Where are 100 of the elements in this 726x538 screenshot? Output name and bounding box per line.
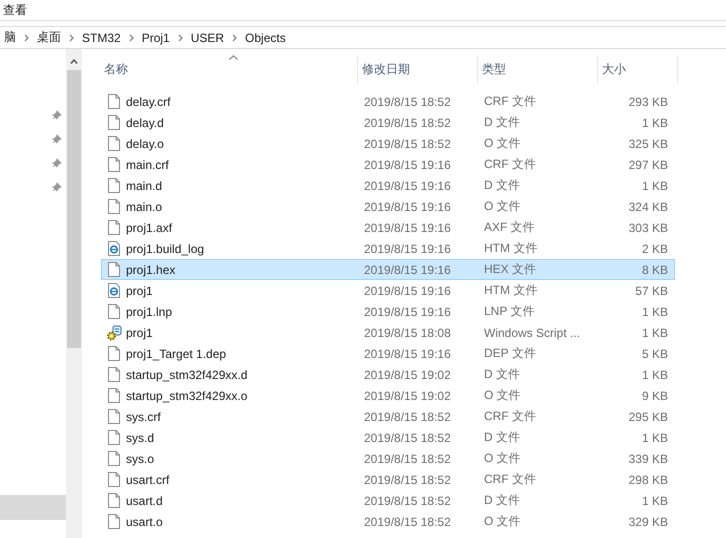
breadcrumb-item[interactable]: STM32 (78, 30, 125, 44)
file-size: 1 KB (640, 366, 669, 384)
file-size: 1 KB (640, 178, 669, 194)
gear-scroll-icon (106, 324, 122, 340)
menu-item[interactable]: 查看 (3, 2, 27, 18)
file-name[interactable]: proj1.axf (126, 220, 172, 234)
file-name[interactable]: proj1 (126, 284, 153, 298)
column-header[interactable]: 名称 (100, 55, 358, 83)
file-name[interactable]: proj1_Target 1.dep (126, 346, 226, 360)
file-name[interactable]: delay.crf (126, 94, 170, 108)
chevron-icon[interactable] (24, 34, 29, 42)
modified-date: 2019/8/15 18:52 (363, 136, 452, 152)
file-type: O 文件 (483, 450, 522, 467)
chevron-icon[interactable] (178, 34, 183, 42)
file-type: HTM 文件 (483, 282, 538, 299)
file-name[interactable]: main.o (126, 200, 162, 214)
file-row[interactable]: main.crf 2019/8/15 19:16 CRF 文件 297 KB (101, 154, 675, 175)
file-type: D 文件 (483, 114, 521, 131)
file-row[interactable]: proj1 2019/8/15 19:16 HTM 文件 57 KB (101, 280, 675, 301)
file-row[interactable]: proj1.hex 2019/8/15 19:16 HEX 文件 8 KB (101, 259, 675, 280)
file-name[interactable]: sys.crf (126, 410, 161, 424)
file-name[interactable]: usart.o (126, 514, 163, 528)
column-header[interactable]: 修改日期 (358, 55, 478, 83)
file-name[interactable]: usart.crf (126, 472, 170, 486)
file-row[interactable]: startup_stm32f429xx.o 2019/8/15 19:02 O 文件 9 KB (101, 385, 675, 406)
modified-date: 2019/8/15 18:52 (363, 408, 452, 426)
pin-icon[interactable] (52, 182, 62, 192)
file-name[interactable]: delay.o (126, 136, 164, 150)
file-name[interactable]: proj1.hex (126, 262, 176, 276)
file-icon (108, 430, 120, 445)
file-type: O 文件 (483, 198, 522, 215)
file-row[interactable]: proj1 2019/8/15 18:08 Windows Script ... 1 KB (101, 322, 675, 343)
web-page-icon (108, 283, 120, 298)
web-page-icon (108, 241, 120, 256)
modified-date: 2019/8/15 18:52 (363, 492, 452, 510)
modified-date: 2019/8/15 19:16 (363, 346, 452, 362)
file-row[interactable]: usart.o 2019/8/15 18:52 O 文件 329 KB (101, 511, 675, 532)
file-type: O 文件 (483, 135, 522, 152)
column-header[interactable]: 大小 (598, 55, 678, 83)
file-name[interactable]: usart.d (126, 494, 163, 508)
file-row[interactable]: sys.d 2019/8/15 18:52 D 文件 1 KB (101, 427, 675, 448)
file-icon (108, 388, 120, 403)
modified-date: 2019/8/15 18:52 (363, 114, 452, 132)
file-icon (108, 409, 120, 424)
chevron-icon[interactable] (69, 34, 74, 42)
breadcrumb-item[interactable]: 脑 (0, 29, 20, 46)
file-type: CRF 文件 (483, 471, 537, 488)
file-row[interactable]: proj1.build_log 2019/8/15 19:16 HTM 文件 2 KB (101, 238, 675, 259)
pin-icon[interactable] (52, 158, 62, 168)
file-row[interactable]: sys.o 2019/8/15 18:52 O 文件 339 KB (101, 448, 675, 469)
file-size: 298 KB (628, 472, 669, 488)
file-icon (108, 115, 120, 130)
breadcrumb-item[interactable]: 桌面 (33, 29, 65, 46)
file-icon (108, 367, 120, 382)
file-row[interactable]: proj1_Target 1.dep 2019/8/15 19:16 DEP 文件 5 KB (101, 343, 675, 364)
file-name[interactable]: main.crf (126, 158, 169, 172)
breadcrumb-item[interactable]: Objects (241, 30, 290, 44)
scrollbar[interactable] (66, 49, 82, 538)
file-row[interactable]: usart.crf 2019/8/15 18:52 CRF 文件 298 KB (101, 469, 675, 490)
column-header[interactable]: 类型 (478, 55, 598, 83)
file-row[interactable]: delay.crf 2019/8/15 18:52 CRF 文件 293 KB (101, 91, 675, 112)
file-row[interactable]: proj1.axf 2019/8/15 19:16 AXF 文件 303 KB (101, 217, 675, 238)
file-size: 295 KB (628, 408, 669, 426)
file-name[interactable]: proj1 (126, 326, 153, 340)
file-row[interactable]: delay.d 2019/8/15 18:52 D 文件 1 KB (101, 112, 675, 133)
scroll-thumb[interactable] (67, 70, 81, 348)
file-row[interactable]: startup_stm32f429xx.d 2019/8/15 19:02 D 文件 1 KB (101, 364, 675, 385)
file-icon (108, 304, 120, 319)
pin-icon[interactable] (52, 134, 62, 144)
file-size: 1 KB (640, 324, 669, 342)
file-icon (108, 94, 120, 109)
file-row[interactable]: proj1.lnp 2019/8/15 19:16 LNP 文件 1 KB (101, 301, 675, 322)
breadcrumb-item[interactable]: USER (186, 30, 228, 44)
file-name[interactable]: startup_stm32f429xx.o (126, 388, 248, 402)
file-size: 329 KB (628, 514, 669, 530)
scroll-thumb[interactable] (0, 495, 66, 520)
breadcrumb-item[interactable]: Proj1 (138, 30, 174, 44)
file-row[interactable]: sys.crf 2019/8/15 18:52 CRF 文件 295 KB (101, 406, 675, 427)
file-row[interactable]: main.o 2019/8/15 19:16 O 文件 324 KB (101, 196, 675, 217)
file-name[interactable]: delay.d (126, 116, 164, 130)
chevron-icon[interactable] (232, 34, 238, 42)
file-row[interactable]: usart.d 2019/8/15 18:52 D 文件 1 KB (101, 490, 675, 511)
modified-date: 2019/8/15 19:16 (363, 304, 452, 320)
file-size: 1 KB (640, 304, 669, 320)
modified-date: 2019/8/15 19:16 (363, 220, 452, 236)
pin-icon[interactable] (52, 110, 62, 120)
file-type: DEP 文件 (483, 345, 537, 362)
modified-date: 2019/8/15 19:02 (363, 366, 452, 384)
file-icon (108, 157, 120, 172)
file-name[interactable]: proj1.build_log (126, 242, 204, 256)
file-row[interactable]: main.d 2019/8/15 19:16 D 文件 1 KB (101, 175, 675, 196)
chevron-icon[interactable] (128, 34, 134, 42)
file-name[interactable]: sys.d (126, 430, 154, 444)
file-size: 293 KB (628, 94, 669, 110)
file-name[interactable]: main.d (126, 178, 162, 192)
file-row[interactable]: delay.o 2019/8/15 18:52 O 文件 325 KB (101, 133, 675, 154)
file-name[interactable]: startup_stm32f429xx.d (126, 368, 248, 382)
file-size: 8 KB (640, 262, 669, 278)
file-name[interactable]: sys.o (126, 452, 154, 466)
file-name[interactable]: proj1.lnp (126, 304, 172, 318)
